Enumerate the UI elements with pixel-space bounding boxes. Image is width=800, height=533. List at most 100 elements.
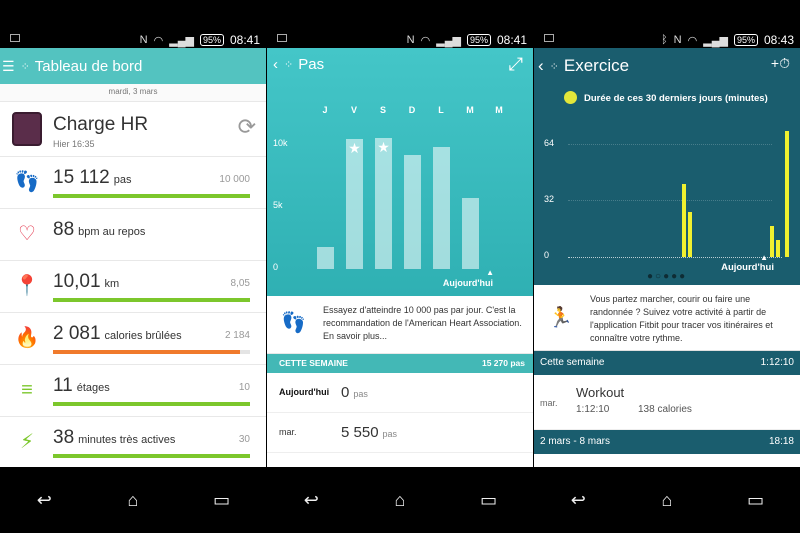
stat-row[interactable]: 🔥 2 081 calories brûlées 2 184 xyxy=(0,313,266,365)
workout-row[interactable]: mar. Workout 1:12:10 138 calories xyxy=(534,375,800,430)
wifi-icon: ◠ xyxy=(420,34,431,47)
week-label: Cette semaine xyxy=(540,357,605,368)
date-label: mardi, 3 mars xyxy=(0,84,266,102)
stat-goal: 10 000 xyxy=(219,174,250,185)
back-icon[interactable]: ↩ xyxy=(24,490,64,511)
stat-unit: étages xyxy=(76,382,110,394)
recents-icon[interactable]: ▭ xyxy=(469,490,509,511)
recents-icon[interactable]: ▭ xyxy=(736,490,776,511)
fullscreen-icon[interactable]: ⤢ xyxy=(509,54,523,75)
stat-number: 11 xyxy=(53,375,73,396)
progress-bar xyxy=(53,402,250,406)
stat-row[interactable]: 📍 10,01 km 8,05 xyxy=(0,261,266,313)
y-tick: 0 xyxy=(544,250,550,260)
clock: 08:41 xyxy=(496,33,527,47)
day-label: S xyxy=(379,105,386,115)
recents-icon[interactable]: ▭ xyxy=(202,490,242,511)
status-bar: N ◠ ▂▄▆ 95% 08:41 xyxy=(0,0,266,48)
signal-icon: ▂▄▆ xyxy=(169,34,194,47)
stat-row[interactable]: ♡ 88 bpm au repos xyxy=(0,209,266,261)
stat-goal: 30 xyxy=(238,434,250,445)
chart-bar xyxy=(462,198,479,269)
back-chevron-icon[interactable]: ‹ xyxy=(273,56,278,73)
y-tick: 5k xyxy=(273,200,283,210)
wifi-icon: ◠ xyxy=(687,34,698,47)
week-label: CETTE SEMAINE xyxy=(279,358,348,368)
home-icon[interactable]: ⌂ xyxy=(647,490,687,511)
back-icon[interactable]: ↩ xyxy=(558,490,598,511)
back-chevron-icon[interactable]: ‹ xyxy=(538,56,544,76)
clock: 08:41 xyxy=(229,33,260,47)
device-name: Charge HR xyxy=(53,114,149,135)
row-day: mar. xyxy=(279,427,297,437)
stat-number: 2 081 xyxy=(53,323,101,344)
stat-row[interactable]: 👣 15 112 pas 10 000 xyxy=(0,157,266,209)
footsteps-icon: 👣 xyxy=(281,312,306,334)
signal-icon: ▂▄▆ xyxy=(436,34,461,47)
day-label: M xyxy=(495,105,503,115)
phone-exercise: ᛒ N ◠ ▂▄▆ 95% 08:43 ‹ ⁘ Exercice +⏱ Duré… xyxy=(534,0,800,533)
today-marker-icon: ▲ xyxy=(760,253,768,262)
sync-icon[interactable]: ⟳ xyxy=(238,114,256,140)
progress-bar xyxy=(53,350,250,354)
chart-subtitle: Durée de ces 30 derniers jours (minutes) xyxy=(584,93,768,104)
stat-goal: 8,05 xyxy=(230,278,250,289)
row-value: 0 pas xyxy=(341,384,368,401)
phone-dashboard: N ◠ ▂▄▆ 95% 08:41 ☰ ⁘ Tableau de bord ma… xyxy=(0,0,266,533)
battery-indicator: 95% xyxy=(199,34,224,46)
home-icon[interactable]: ⌂ xyxy=(113,490,153,511)
stat-value: 38 minutes très actives xyxy=(53,427,175,449)
exercise-chart-area: ‹ ⁘ Exercice +⏱ Durée de ces 30 derniers… xyxy=(534,48,800,285)
fitbit-logo-icon: ⁘ xyxy=(284,59,293,71)
day-row[interactable]: lun.9 720pas xyxy=(267,453,533,467)
day-label: V xyxy=(350,105,357,115)
stat-value: 2 081 calories brûlées xyxy=(53,323,182,345)
back-icon[interactable]: ↩ xyxy=(291,490,331,511)
exercise-info[interactable]: 🏃 Vous partez marcher, courir ou faire u… xyxy=(534,285,800,351)
add-exercise-timer-icon[interactable]: +⏱ xyxy=(771,55,790,72)
day-label: M xyxy=(466,105,474,115)
row-value: 5 550 pas xyxy=(341,424,397,441)
range-total: 18:18 xyxy=(768,436,794,447)
chart-bar xyxy=(317,246,334,269)
device-row[interactable]: Charge HR Hier 16:35 ⟳ xyxy=(0,102,266,157)
row-day: Aujourd'hui xyxy=(279,387,330,397)
progress-fill xyxy=(53,402,250,406)
progress-bar xyxy=(53,298,250,302)
page-indicator[interactable]: ●○●●● xyxy=(647,271,687,282)
stairs-icon: ≡ xyxy=(21,379,33,401)
stat-value: 10,01 km xyxy=(53,271,119,293)
day-row[interactable]: Aujourd'hui 0 pas xyxy=(267,373,533,413)
steps-tip[interactable]: 👣 Essayez d'atteindre 10 000 pas par jou… xyxy=(267,296,533,354)
today-label: Aujourd'hui xyxy=(721,262,774,273)
week-total: 1:12:10 xyxy=(760,357,794,368)
steps-screen: ‹ ⁘ Pas ⤢ J V S D L M M 10k 5k 0 ★ ★ ▲ Aujourd'… xyxy=(267,48,533,467)
baseline xyxy=(568,257,782,258)
chart-bar xyxy=(682,183,687,257)
status-bar: N ◠ ▂▄▆ 95% 08:41 xyxy=(267,0,533,48)
steps-chart-area: ‹ ⁘ Pas ⤢ J V S D L M M 10k 5k 0 ★ ★ ▲ Aujourd'… xyxy=(267,48,533,296)
exercise-screen: ‹ ⁘ Exercice +⏱ Durée de ces 30 derniers… xyxy=(534,48,800,467)
home-icon[interactable]: ⌂ xyxy=(380,490,420,511)
wifi-icon: ◠ xyxy=(153,34,164,47)
progress-fill xyxy=(53,194,250,198)
stat-unit: minutes très actives xyxy=(78,434,176,446)
fitbit-logo-icon: ⁘ xyxy=(549,60,559,73)
notification-icon xyxy=(277,34,287,42)
row-number: 5 550 xyxy=(341,424,379,441)
y-tick: 32 xyxy=(544,194,555,204)
chart-bar xyxy=(775,239,780,257)
today-marker-icon: ▲ xyxy=(486,268,494,277)
stat-number: 88 xyxy=(53,219,75,240)
nfc-icon: N xyxy=(406,34,415,46)
stat-row[interactable]: ⚡ 38 minutes très actives 30 xyxy=(0,417,266,467)
chart-bar xyxy=(375,137,392,269)
signal-icon: ▂▄▆ xyxy=(703,34,728,47)
day-row[interactable]: mar. 5 550 pas xyxy=(267,413,533,453)
bluetooth-icon: ᛒ xyxy=(661,34,668,46)
stat-row[interactable]: ≡ 11 étages 10 xyxy=(0,365,266,417)
chart-bar xyxy=(404,154,421,269)
menu-icon[interactable]: ☰ xyxy=(2,58,15,75)
row-unit: pas xyxy=(353,389,368,399)
goal-star-icon: ★ xyxy=(348,139,361,156)
